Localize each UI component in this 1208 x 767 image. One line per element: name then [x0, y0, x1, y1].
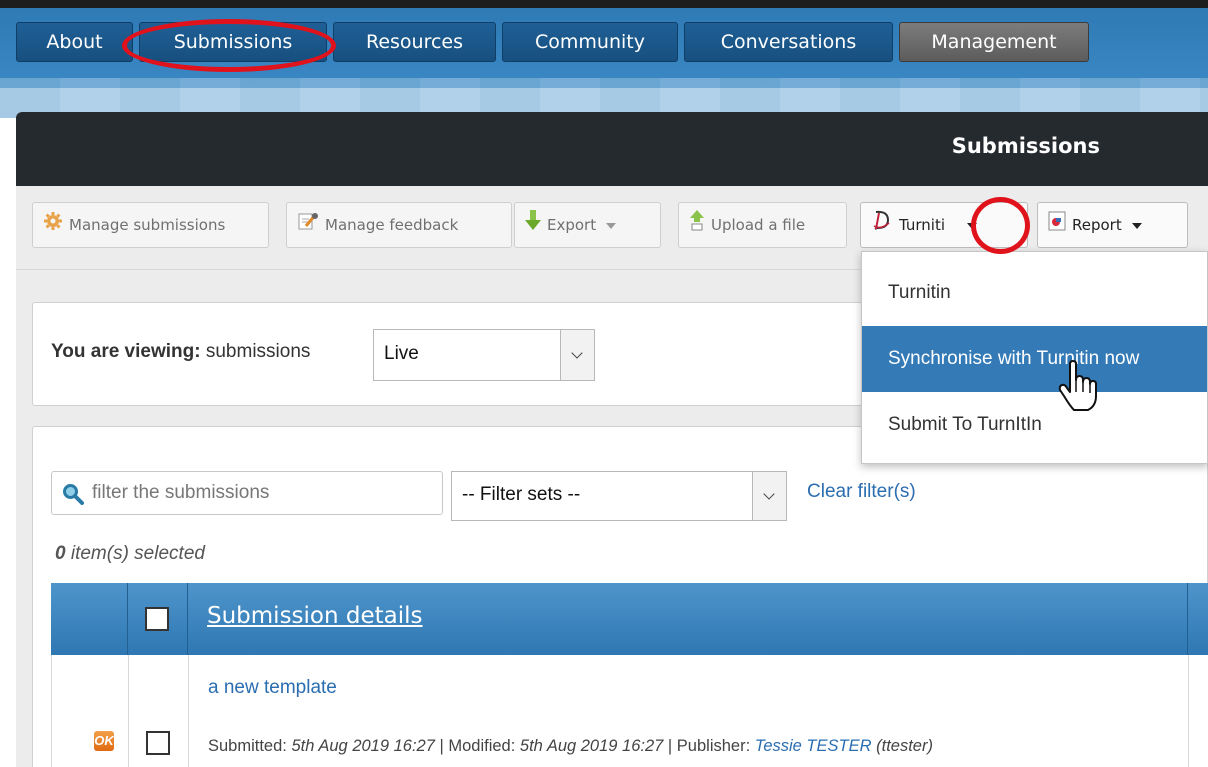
hand-cursor-icon: [1058, 360, 1098, 417]
submission-details-header[interactable]: Submission details: [207, 603, 423, 629]
manage-feedback-button[interactable]: Manage feedback: [286, 202, 512, 248]
publisher-link[interactable]: Tessie TESTER: [755, 737, 872, 755]
table-row: OK a new template Submitted: 5th Aug 201…: [51, 655, 1208, 767]
tab-management[interactable]: Management: [899, 22, 1089, 62]
search-placeholder: filter the submissions: [92, 482, 270, 503]
menu-item-synchronise[interactable]: Synchronise with Turnitin now: [862, 326, 1207, 392]
filter-sets-select[interactable]: -- Filter sets --: [451, 471, 787, 521]
tab-about[interactable]: About: [16, 22, 133, 62]
page-title: Submissions: [951, 134, 1100, 158]
submission-title-link[interactable]: a new template: [208, 677, 337, 699]
panel-header: Submissions: [16, 112, 1208, 186]
menu-item-submit-turnitin[interactable]: Submit To TurnItIn: [862, 392, 1207, 458]
export-button[interactable]: Export: [514, 202, 661, 248]
tab-conversations[interactable]: Conversations: [684, 22, 893, 62]
select-toggle[interactable]: [560, 330, 594, 380]
report-icon: [1048, 204, 1066, 248]
view-status-value: Live: [384, 343, 419, 364]
gear-icon: [43, 204, 63, 248]
chevron-down-icon: [606, 222, 617, 229]
top-navigation: About Submissions Resources Community Co…: [0, 0, 1208, 118]
filter-sets-value: -- Filter sets --: [462, 484, 581, 505]
turnitin-logo-icon: [871, 204, 893, 248]
tab-community[interactable]: Community: [502, 22, 678, 62]
upload-file-label: Upload a file: [711, 216, 806, 234]
ok-status-icon: OK: [94, 731, 114, 751]
manage-feedback-label: Manage feedback: [325, 216, 459, 234]
selected-count: 0 item(s) selected: [55, 543, 205, 564]
turnitin-dropdown-menu: Turnitin Synchronise with Turnitin now S…: [861, 251, 1208, 464]
manage-submissions-button[interactable]: Manage submissions: [32, 202, 269, 248]
menu-item-turnitin[interactable]: Turnitin: [862, 260, 1207, 326]
submission-meta: Submitted: 5th Aug 2019 16:27 | Modified…: [208, 737, 933, 755]
upload-icon: [689, 204, 705, 248]
chevron-down-icon: [571, 347, 583, 359]
select-toggle[interactable]: [752, 472, 786, 520]
turnitin-label: Turniti: [899, 216, 946, 234]
export-label: Export: [547, 216, 597, 234]
row-checkbox[interactable]: [146, 731, 170, 755]
chevron-down-icon[interactable]: [967, 222, 978, 229]
tab-resources[interactable]: Resources: [333, 22, 496, 62]
upload-file-button[interactable]: Upload a file: [678, 202, 847, 248]
download-arrow-icon: [525, 204, 541, 248]
chevron-down-icon: [1131, 222, 1142, 229]
manage-submissions-label: Manage submissions: [69, 216, 226, 234]
turnitin-button[interactable]: Turniti: [860, 202, 1028, 248]
table-header: Submission details: [51, 583, 1208, 655]
chevron-down-icon: [763, 488, 775, 500]
search-input[interactable]: filter the submissions: [51, 471, 443, 515]
clear-filters-link[interactable]: Clear filter(s): [807, 481, 916, 503]
select-all-checkbox[interactable]: [145, 607, 169, 631]
submissions-list: filter the submissions -- Filter sets --…: [32, 426, 1208, 767]
report-button[interactable]: Report: [1037, 202, 1188, 248]
feedback-edit-icon: [297, 204, 319, 248]
tab-submissions[interactable]: Submissions: [139, 22, 327, 62]
viewing-label: You are viewing: submissions: [51, 341, 311, 362]
report-label: Report: [1072, 216, 1122, 234]
view-status-select[interactable]: Live: [373, 329, 595, 381]
search-icon: [62, 483, 84, 510]
